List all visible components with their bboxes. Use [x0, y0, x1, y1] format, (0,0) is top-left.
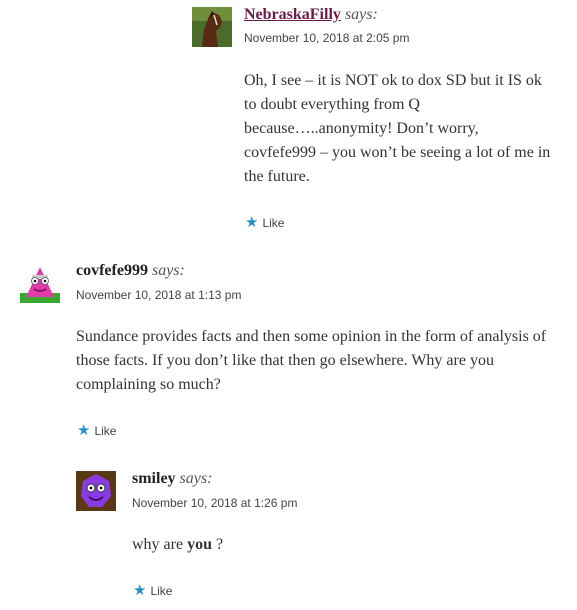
star-icon: ★ — [245, 214, 259, 231]
like-label: Like — [150, 584, 173, 598]
like-label: Like — [262, 216, 285, 230]
says-label: says: — [179, 470, 213, 487]
comment-text: Oh, I see – it is NOT ok to dox SD but i… — [244, 72, 551, 185]
comment-date-link[interactable]: November 10, 2018 at 1:13 pm — [76, 288, 241, 302]
star-icon: ★ — [77, 422, 91, 439]
avatar[interactable] — [20, 263, 60, 303]
comment-text: Sundance provides facts and then some op… — [76, 328, 547, 393]
comment-author-line: covfefe999 says: — [76, 261, 185, 281]
author-name: covfefe999 — [76, 262, 148, 279]
text-segment: ? — [212, 536, 224, 553]
avatar[interactable] — [76, 471, 116, 511]
star-icon: ★ — [133, 582, 147, 599]
emphasized-text: you — [187, 536, 212, 553]
horse-avatar-icon — [192, 7, 232, 47]
avatar[interactable] — [192, 7, 232, 47]
pink-monster-avatar-icon — [20, 263, 60, 303]
author-name: smiley — [132, 470, 176, 487]
author-link[interactable]: NebraskaFilly — [244, 6, 341, 23]
comment-date-link[interactable]: November 10, 2018 at 1:26 pm — [132, 496, 297, 510]
like-label: Like — [94, 424, 117, 438]
like-button[interactable]: ★ Like — [133, 582, 173, 599]
comment-date-link[interactable]: November 10, 2018 at 2:05 pm — [244, 31, 409, 45]
text-segment: why are — [132, 536, 188, 553]
comment-text: why are you ? — [132, 533, 552, 557]
like-button[interactable]: ★ Like — [77, 422, 117, 439]
says-label: says: — [344, 6, 378, 23]
says-label: says: — [151, 262, 185, 279]
like-button[interactable]: ★ Like — [245, 214, 285, 231]
purple-monster-avatar-icon — [76, 471, 116, 511]
comment-author-line: smiley says: — [132, 469, 212, 489]
comment-author-line: NebraskaFilly says: — [244, 5, 378, 25]
